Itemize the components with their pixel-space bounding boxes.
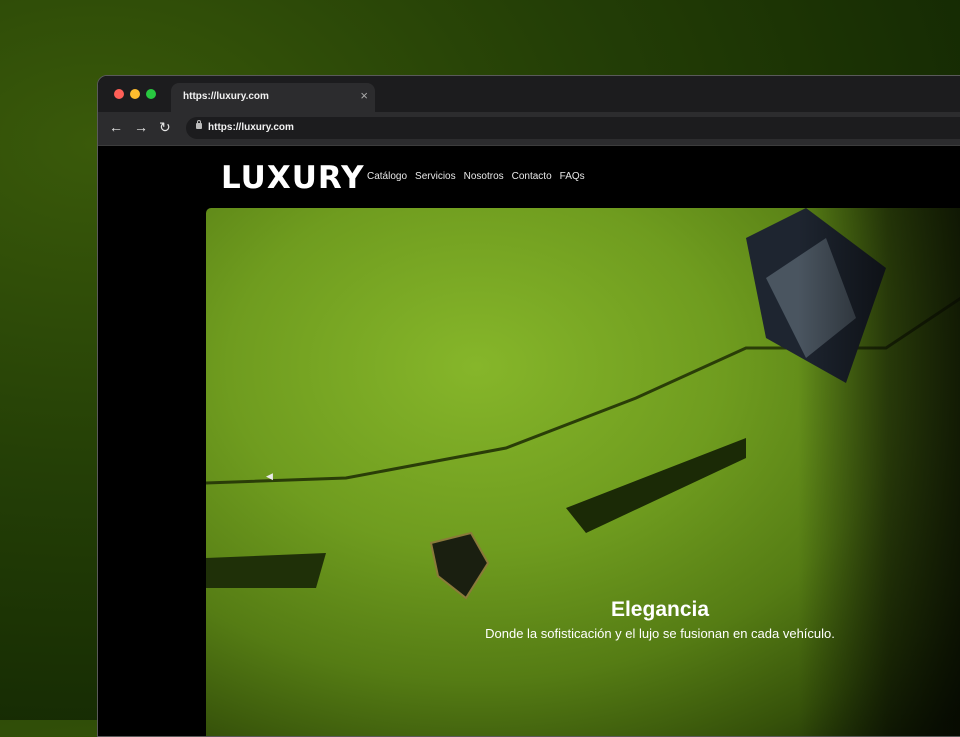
maximize-window-button[interactable] xyxy=(146,89,156,99)
browser-tab[interactable]: https://luxury.com × xyxy=(171,83,375,112)
menu-item-nosotros[interactable]: Nosotros xyxy=(464,171,504,182)
hero-title: Elegancia xyxy=(610,598,710,621)
address-text: https://luxury.com xyxy=(208,122,294,133)
hero-subtitle: Donde la sofisticación y el lujo se fusi… xyxy=(485,626,835,641)
back-arrow-icon[interactable]: ← xyxy=(109,118,123,136)
tab-title: https://luxury.com xyxy=(183,91,269,102)
hero-banner: ◀ Elegancia Donde la sofisticación y el … xyxy=(206,208,960,736)
reload-icon[interactable]: ↻ xyxy=(159,118,171,136)
site-logo[interactable]: LUXURY xyxy=(221,160,365,196)
minimize-window-button[interactable] xyxy=(130,89,140,99)
browser-window: https://luxury.com × ← → ↻ https://luxur… xyxy=(97,75,960,737)
menu-item-catalogo[interactable]: Catálogo xyxy=(367,171,407,182)
prev-slide-icon[interactable]: ◀ xyxy=(266,471,273,482)
address-bar[interactable]: https://luxury.com xyxy=(186,117,960,139)
page-viewport: LUXURY Catálogo Servicios Nosotros Conta… xyxy=(98,146,960,736)
tab-bar: https://luxury.com × xyxy=(98,76,960,112)
lock-icon xyxy=(196,120,202,129)
forward-arrow-icon[interactable]: → xyxy=(134,118,148,136)
menu-item-contacto[interactable]: Contacto xyxy=(512,171,552,182)
menu-item-faqs[interactable]: FAQs xyxy=(560,171,585,182)
hero-shadow xyxy=(798,208,960,736)
tab-close-icon[interactable]: × xyxy=(360,88,368,103)
browser-toolbar: ← → ↻ https://luxury.com xyxy=(98,112,960,146)
main-menu: Catálogo Servicios Nosotros Contacto FAQ… xyxy=(367,171,585,182)
close-window-button[interactable] xyxy=(114,89,124,99)
menu-item-servicios[interactable]: Servicios xyxy=(415,171,456,182)
